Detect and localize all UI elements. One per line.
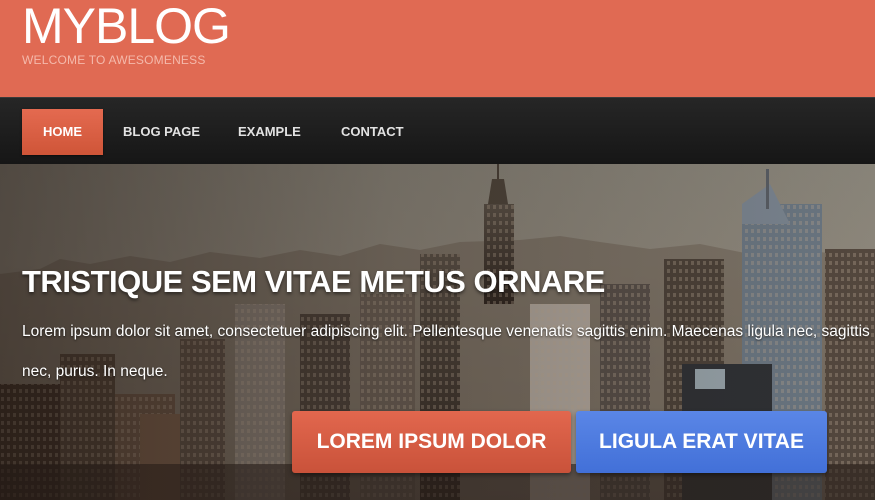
nav-item-blog-page[interactable]: BLOG PAGE	[123, 109, 200, 155]
lorem-ipsum-button[interactable]: LOREM IPSUM DOLOR	[292, 411, 571, 473]
nav-item-example[interactable]: EXAMPLE	[238, 109, 301, 155]
nav-item-home[interactable]: HOME	[22, 109, 103, 155]
site-title[interactable]: MYBLOG	[22, 0, 231, 52]
site-tagline: WELCOME TO AWESOMENESS	[22, 53, 206, 67]
hero-title: TRISTIQUE SEM VITAE METUS ORNARE	[22, 264, 605, 299]
hero-section: TRISTIQUE SEM VITAE METUS ORNARE Lorem i…	[0, 164, 875, 500]
hero-text: Lorem ipsum dolor sit amet, consectetuer…	[22, 323, 870, 380]
main-nav: HOME BLOG PAGE EXAMPLE CONTACT	[0, 97, 875, 164]
ligula-erat-button[interactable]: LIGULA ERAT VITAE	[576, 411, 827, 473]
nav-item-contact[interactable]: CONTACT	[341, 109, 404, 155]
site-header: MYBLOG WELCOME TO AWESOMENESS	[0, 0, 875, 97]
